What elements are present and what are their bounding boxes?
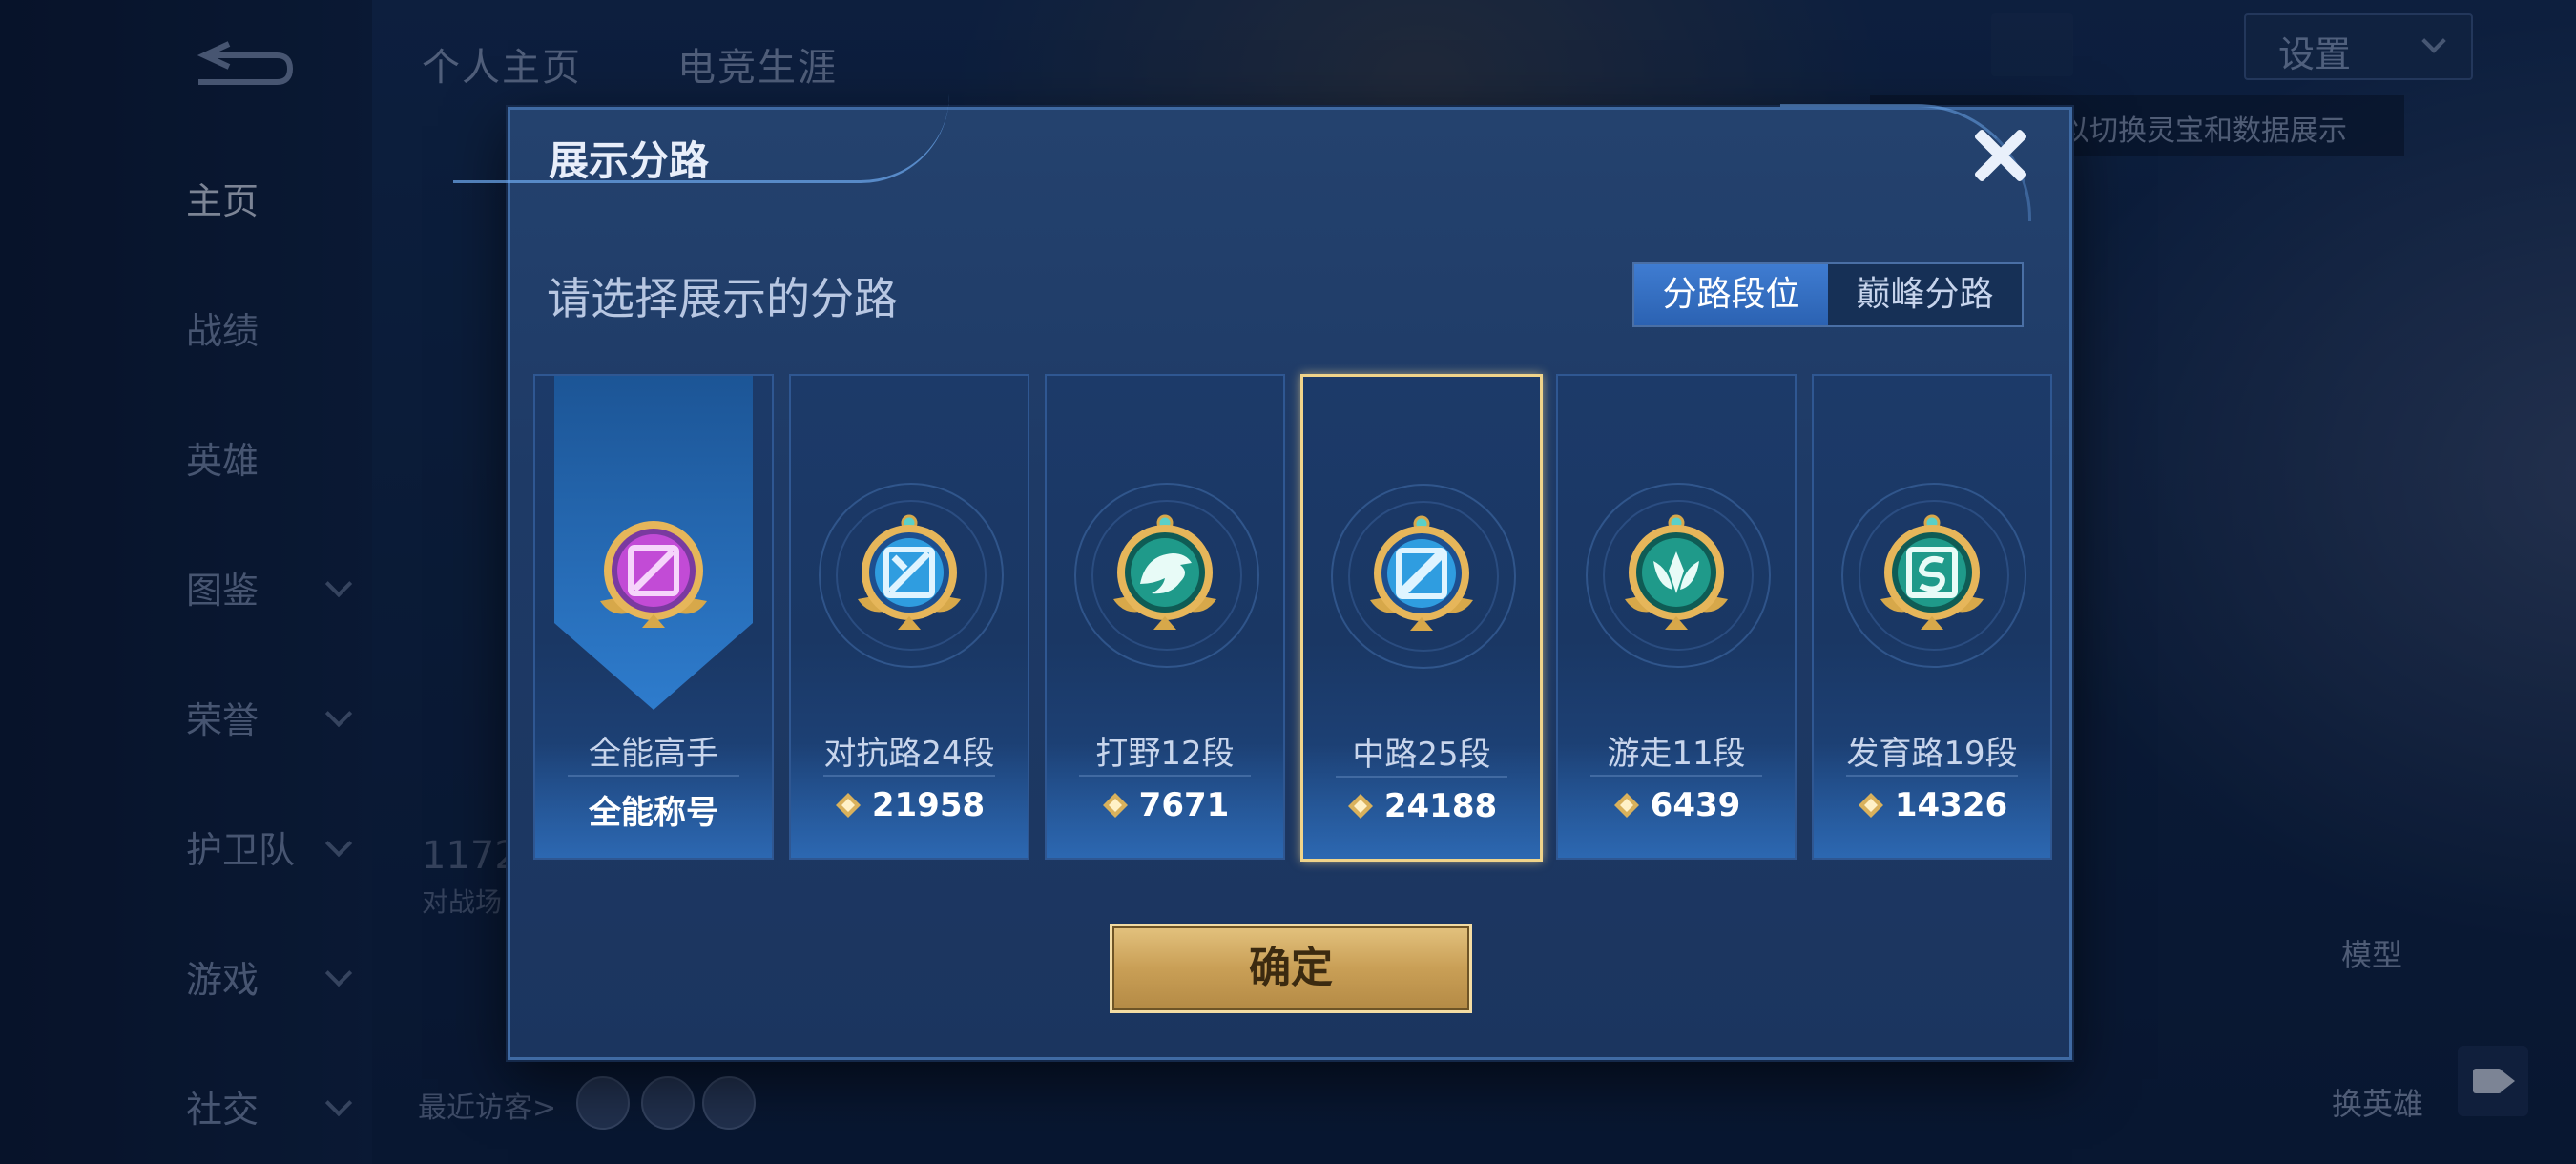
- clash-lane-badge-icon: [858, 514, 961, 630]
- farm-lane-badge-icon: [1880, 514, 1984, 630]
- rank-points-icon: [1858, 793, 1883, 818]
- card-title: 中路25段: [1352, 736, 1491, 774]
- divider: [1590, 775, 1762, 777]
- view-toggle: 分路段位 巅峰分路: [1632, 262, 2024, 327]
- jungle-badge-icon: [1113, 514, 1216, 630]
- divider: [1336, 776, 1507, 778]
- rank-points-icon: [1613, 793, 1639, 818]
- card-value: 7671: [1047, 786, 1283, 824]
- rank-points-icon: [835, 793, 861, 818]
- lane-card-clash[interactable]: 对抗路24段 21958: [789, 374, 1029, 860]
- tab-lane-rank[interactable]: 分路段位: [1634, 264, 1828, 325]
- all-round-badge-icon: [600, 521, 707, 628]
- card-title: 打野12段: [1095, 735, 1235, 773]
- lane-card-all-round[interactable]: 全能高手 全能称号: [533, 374, 774, 860]
- confirm-button[interactable]: 确定: [1110, 924, 1472, 1013]
- rank-points-icon: [1102, 793, 1128, 818]
- card-value: 6439: [1558, 786, 1795, 824]
- card-title: 游走11段: [1607, 735, 1746, 773]
- card-value: 21958: [791, 786, 1028, 824]
- card-value: 24188: [1303, 787, 1540, 825]
- close-icon[interactable]: [1970, 125, 2031, 186]
- tab-peak-lane[interactable]: 巅峰分路: [1828, 264, 2022, 325]
- lane-card-mid[interactable]: 中路25段 24188: [1300, 374, 1543, 862]
- lane-display-dialog: 展示分路 请选择展示的分路 分路段位 巅峰分路 全能高手 全能称号 对抗路24段…: [453, 104, 2072, 1060]
- dialog-subtitle: 请选择展示的分路: [547, 273, 898, 324]
- roam-badge-icon: [1625, 514, 1728, 630]
- card-title: 对抗路24段: [823, 735, 995, 773]
- lane-card-farm[interactable]: 发育路19段 14326: [1812, 374, 2052, 860]
- card-title: 全能高手: [589, 735, 718, 773]
- dialog-title: 展示分路: [549, 137, 710, 184]
- card-value: 14326: [1814, 786, 2050, 824]
- divider: [1079, 775, 1251, 777]
- lane-card-jungle[interactable]: 打野12段 7671: [1045, 374, 1285, 860]
- card-title: 发育路19段: [1846, 735, 2018, 773]
- mid-lane-badge-icon: [1370, 515, 1473, 631]
- card-value: 全能称号: [589, 794, 718, 832]
- rank-points-icon: [1347, 794, 1373, 819]
- divider: [823, 775, 995, 777]
- lane-card-roam[interactable]: 游走11段 6439: [1556, 374, 1797, 860]
- divider: [568, 775, 739, 777]
- divider: [1846, 775, 2018, 777]
